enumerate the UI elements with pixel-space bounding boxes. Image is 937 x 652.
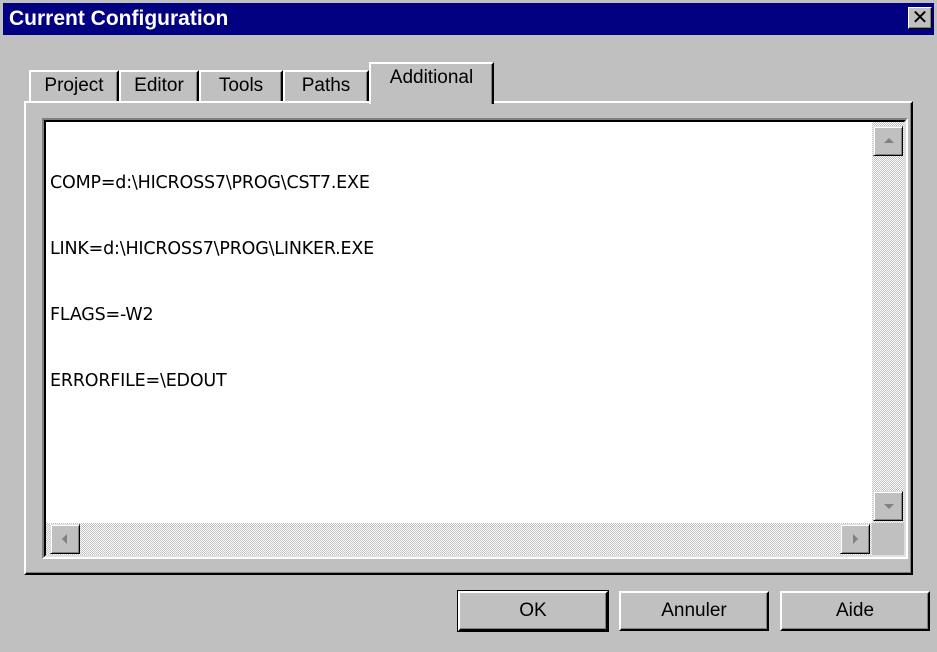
arrow-down-icon	[884, 504, 894, 509]
window-title: Current Configuration	[9, 7, 229, 30]
tab-editor-label: Editor	[134, 75, 184, 96]
tab-project[interactable]: Project	[29, 70, 119, 102]
help-button[interactable]: Aide	[780, 591, 930, 631]
scroll-down-button[interactable]	[873, 491, 903, 521]
text-line: LINK=d:\HICROSS7\PROG\LINKER.EXE	[50, 239, 375, 259]
additional-settings-textarea[interactable]: COMP=d:\HICROSS7\PROG\CST7.EXE LINK=d:\H…	[42, 118, 908, 559]
close-button[interactable]: ✕	[908, 5, 932, 29]
cancel-button[interactable]: Annuler	[619, 591, 769, 631]
text-line: COMP=d:\HICROSS7\PROG\CST7.EXE	[50, 173, 370, 193]
tab-editor[interactable]: Editor	[119, 70, 199, 102]
tab-additional-label: Additional	[389, 67, 474, 88]
tab-project-label: Project	[44, 75, 104, 96]
horizontal-scrollbar[interactable]	[46, 523, 872, 555]
scroll-left-button[interactable]	[50, 524, 80, 554]
ok-button[interactable]: OK	[457, 590, 609, 632]
tab-tools[interactable]: Tools	[199, 70, 283, 102]
arrow-up-icon	[884, 138, 894, 143]
text-line: FLAGS=-W2	[50, 305, 154, 325]
scroll-right-button[interactable]	[840, 524, 870, 554]
configuration-dialog: Current Configuration ✕ Project Editor T…	[0, 0, 937, 652]
vertical-scrollbar[interactable]	[872, 122, 904, 523]
close-icon: ✕	[911, 5, 929, 29]
scroll-up-button[interactable]	[873, 126, 903, 156]
text-line: ERRORFILE=\EDOUT	[50, 371, 227, 391]
arrow-right-icon	[853, 534, 858, 544]
arrow-left-icon	[62, 534, 67, 544]
scrollbar-corner	[872, 523, 904, 555]
tab-paths-label: Paths	[301, 75, 351, 96]
tab-paths[interactable]: Paths	[283, 70, 369, 102]
tab-tools-label: Tools	[218, 75, 264, 96]
textarea-content[interactable]: COMP=d:\HICROSS7\PROG\CST7.EXE LINK=d:\H…	[50, 128, 374, 436]
title-bar[interactable]: Current Configuration ✕	[3, 3, 934, 35]
tab-additional[interactable]: Additional	[369, 62, 494, 104]
